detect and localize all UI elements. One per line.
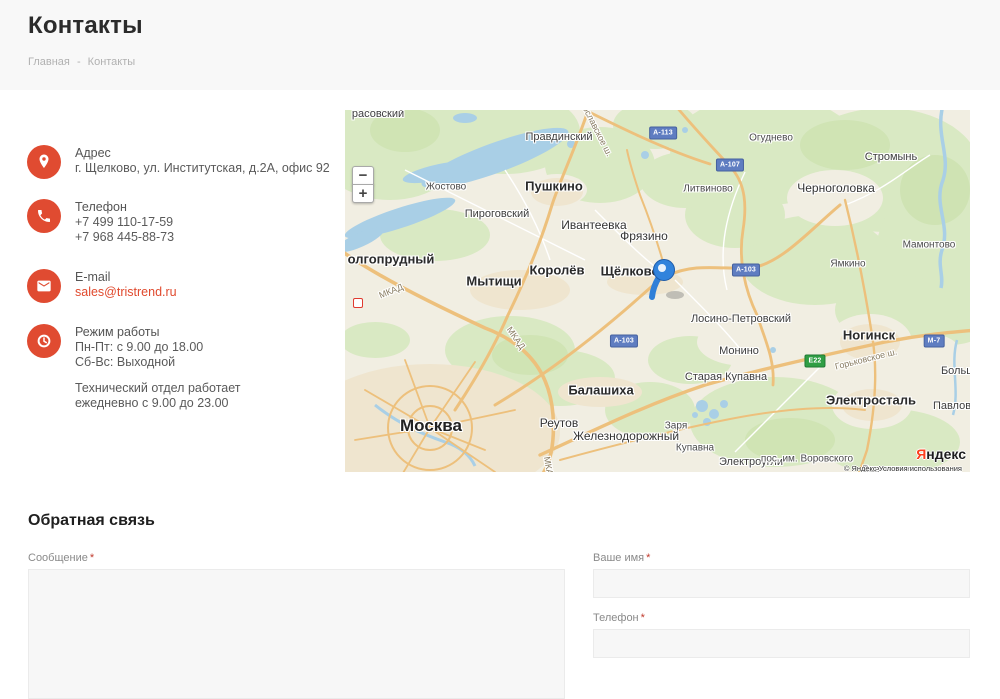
address-label: Адрес — [75, 146, 330, 161]
breadcrumb: Главная - Контакты — [28, 56, 139, 68]
location-pin-icon — [27, 145, 61, 179]
phone-label: Телефон — [75, 200, 174, 215]
rail-station-icon — [353, 298, 363, 308]
email-link[interactable]: sales@tristrend.ru — [75, 285, 177, 299]
map-zoom-controls: − + — [352, 166, 374, 203]
breadcrumb-current: Контакты — [88, 56, 136, 68]
yandex-logo[interactable]: Яндекс — [916, 446, 966, 462]
envelope-icon — [27, 269, 61, 303]
feedback-title: Обратная связь — [28, 512, 155, 530]
address-value: г. Щелково, ул. Институтская, д.2А, офис… — [75, 161, 330, 176]
phone-number-2: +7 968 445-88-73 — [75, 230, 174, 245]
zoom-in-button[interactable]: + — [352, 184, 374, 203]
required-asterisk: * — [90, 552, 94, 564]
map-attribution: © Яндекс Условия использования — [844, 464, 962, 472]
email-label: E-mail — [75, 270, 177, 285]
map-copyright: © Яндекс — [844, 464, 877, 472]
phone-icon — [27, 199, 61, 233]
required-asterisk: * — [646, 552, 650, 564]
yandex-map[interactable]: расовскийПравдинскийПушкиноЖостовоПирого… — [345, 110, 970, 472]
phone-number-1: +7 499 110-17-59 — [75, 215, 174, 230]
name-label: Ваше имя* — [593, 552, 650, 564]
page-title: Контакты — [28, 12, 143, 40]
hours-label: Режим работы — [75, 325, 203, 340]
phone-field-label: Телефон* — [593, 612, 645, 624]
page-header — [0, 0, 1000, 90]
phone-input[interactable] — [593, 629, 970, 658]
map-pin-marker[interactable] — [642, 253, 690, 305]
message-textarea[interactable] — [28, 569, 565, 699]
breadcrumb-home-link[interactable]: Главная — [28, 56, 70, 68]
clock-icon — [27, 324, 61, 358]
hours-weekdays: Пн-Пт: с 9.00 до 18.00 — [75, 340, 203, 355]
tech-dept-note: Технический отдел работает ежедневно с 9… — [75, 381, 241, 411]
map-terms-link[interactable]: Условия использования — [879, 464, 962, 472]
zoom-out-button[interactable]: − — [352, 166, 374, 185]
hours-weekend: Сб-Вс: Выходной — [75, 355, 203, 370]
name-input[interactable] — [593, 569, 970, 598]
breadcrumb-separator: - — [77, 56, 81, 68]
required-asterisk: * — [641, 612, 645, 624]
message-label: Сообщение* — [28, 552, 94, 564]
